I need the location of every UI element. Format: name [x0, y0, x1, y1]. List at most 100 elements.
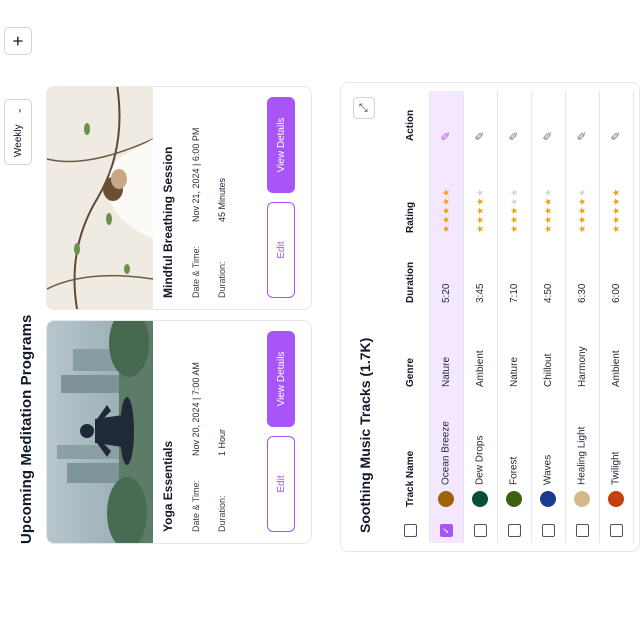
track-genre: Ambient	[599, 309, 633, 393]
program-card: Yoga Essentials Date & Time: Nov 20, 2024…	[46, 320, 312, 544]
row-checkbox[interactable]	[507, 524, 521, 537]
track-rating: ★★★★★	[463, 147, 497, 239]
table-row[interactable]: ✓ Ocean Breeze Nature 5:20 ★★★★★ ✎	[429, 91, 463, 543]
program-card: Mindful Breathing Session Date & Time: No…	[46, 86, 312, 310]
star-icon: ★	[440, 197, 451, 206]
edit-pencil-icon[interactable]: ✎	[473, 131, 487, 141]
track-name: Waves	[542, 454, 554, 485]
row-checkbox[interactable]	[473, 524, 487, 537]
edit-pencil-icon[interactable]: ✎	[507, 131, 521, 141]
action-cell: ✎	[565, 91, 599, 147]
select-all-cell	[393, 513, 429, 543]
column-header[interactable]: Track Name	[393, 393, 429, 513]
column-header[interactable]: Genre	[393, 309, 429, 393]
chevron-down-icon: ⌄	[12, 107, 23, 115]
track-avatar	[438, 491, 454, 507]
program-date: Date & Time: Nov 21, 2024 | 6:00 PM	[191, 128, 201, 298]
programs-title: Upcoming Meditation Programs	[18, 314, 35, 544]
star-icon: ★	[440, 188, 451, 197]
plus-icon: +	[7, 35, 28, 47]
edit-pencil-icon[interactable]: ✎	[541, 131, 555, 141]
select-all-checkbox[interactable]	[404, 524, 418, 537]
edit-button[interactable]: Edit	[267, 436, 295, 532]
track-duration: 3:45	[463, 239, 497, 309]
period-select[interactable]: Weekly ⌄	[4, 99, 32, 165]
action-cell: ✎	[497, 91, 531, 147]
star-icon: ★	[576, 215, 587, 224]
program-date: Date & Time: Nov 20, 2024 | 7:00 AM	[191, 362, 201, 532]
programs-section: Upcoming Meditation Programs Weekly ⌄ +	[0, 0, 352, 640]
edit-button[interactable]: Edit	[267, 202, 295, 298]
star-icon: ★	[440, 224, 451, 233]
tracks-table: Track Name Genre Duration Rating Action …	[393, 91, 634, 543]
program-date-value: Nov 20, 2024 | 7:00 AM	[191, 362, 201, 456]
program-image	[47, 320, 153, 543]
program-duration: Duration: 45 Minutes	[217, 178, 227, 298]
edit-pencil-icon[interactable]: ✎	[439, 131, 453, 141]
track-name-cell: Twilight	[599, 393, 633, 513]
table-row[interactable]: Forest Nature 7:10 ★★★★★ ✎	[497, 91, 531, 543]
action-cell: ✎	[531, 91, 565, 147]
table-row[interactable]: Twilight Ambient 6:00 ★★★★★ ✎	[599, 91, 633, 543]
edit-pencil-icon[interactable]: ✎	[575, 131, 589, 141]
track-genre: Nature	[497, 309, 531, 393]
program-image	[47, 86, 153, 309]
track-genre: Ambient	[463, 309, 497, 393]
expand-icon[interactable]: ⤢	[353, 97, 375, 119]
program-duration-value: 1 Hour	[217, 428, 227, 456]
track-rating: ★★★★★	[599, 147, 633, 239]
track-name: Healing Light	[576, 426, 588, 485]
track-avatar	[540, 491, 556, 507]
row-checkbox[interactable]	[541, 524, 555, 537]
program-title: Yoga Essentials	[161, 440, 175, 532]
program-duration-label: Duration:	[217, 495, 227, 532]
track-duration: 7:10	[497, 239, 531, 309]
track-name-cell: Dew Drops	[463, 393, 497, 513]
star-icon: ★	[610, 206, 621, 215]
star-icon: ★	[508, 224, 519, 233]
view-details-button[interactable]: View Details	[267, 331, 295, 427]
program-date-label: Date & Time:	[191, 245, 201, 298]
tracks-section: Soothing Music Tracks (1.7K) ⤢ Track Nam…	[340, 0, 640, 640]
star-icon: ★	[610, 224, 621, 233]
track-rating: ★★★★★	[565, 147, 599, 239]
table-row[interactable]: Healing Light Harmony 6:30 ★★★★★ ✎	[565, 91, 599, 543]
track-name-cell: Healing Light	[565, 393, 599, 513]
star-icon: ★	[542, 224, 553, 233]
row-checkbox[interactable]	[575, 524, 589, 537]
table-row[interactable]: Waves Chillout 4:50 ★★★★★ ✎	[531, 91, 565, 543]
track-duration: 5:20	[429, 239, 463, 309]
star-icon: ★	[440, 206, 451, 215]
row-select-cell	[599, 513, 633, 543]
row-select-cell	[565, 513, 599, 543]
column-header[interactable]: Rating	[393, 147, 429, 239]
program-duration-label: Duration:	[217, 261, 227, 298]
column-header[interactable]: Duration	[393, 239, 429, 309]
program-date-label: Date & Time:	[191, 479, 201, 532]
table-header: Track Name Genre Duration Rating Action	[393, 91, 429, 543]
star-icon: ★	[508, 197, 519, 206]
track-genre: Chillout	[531, 309, 565, 393]
star-icon: ★	[508, 215, 519, 224]
track-rating: ★★★★★	[429, 147, 463, 239]
row-checkbox[interactable]	[609, 524, 623, 537]
view-details-button[interactable]: View Details	[267, 97, 295, 193]
star-icon: ★	[508, 188, 519, 197]
track-avatar	[472, 491, 488, 507]
star-icon: ★	[610, 197, 621, 206]
tracks-title: Soothing Music Tracks (1.7K)	[357, 337, 373, 533]
track-duration: 6:00	[599, 239, 633, 309]
edit-pencil-icon[interactable]: ✎	[609, 131, 623, 141]
star-icon: ★	[474, 215, 485, 224]
star-icon: ★	[576, 206, 587, 215]
star-icon: ★	[474, 188, 485, 197]
star-icon: ★	[610, 188, 621, 197]
program-duration-value: 45 Minutes	[217, 177, 227, 222]
star-icon: ★	[576, 197, 587, 206]
track-name: Forest	[508, 456, 520, 485]
row-checkbox[interactable]: ✓	[439, 524, 453, 537]
table-row[interactable]: Dew Drops Ambient 3:45 ★★★★★ ✎	[463, 91, 497, 543]
add-program-button[interactable]: +	[4, 27, 32, 55]
star-icon: ★	[474, 197, 485, 206]
row-select-cell	[531, 513, 565, 543]
